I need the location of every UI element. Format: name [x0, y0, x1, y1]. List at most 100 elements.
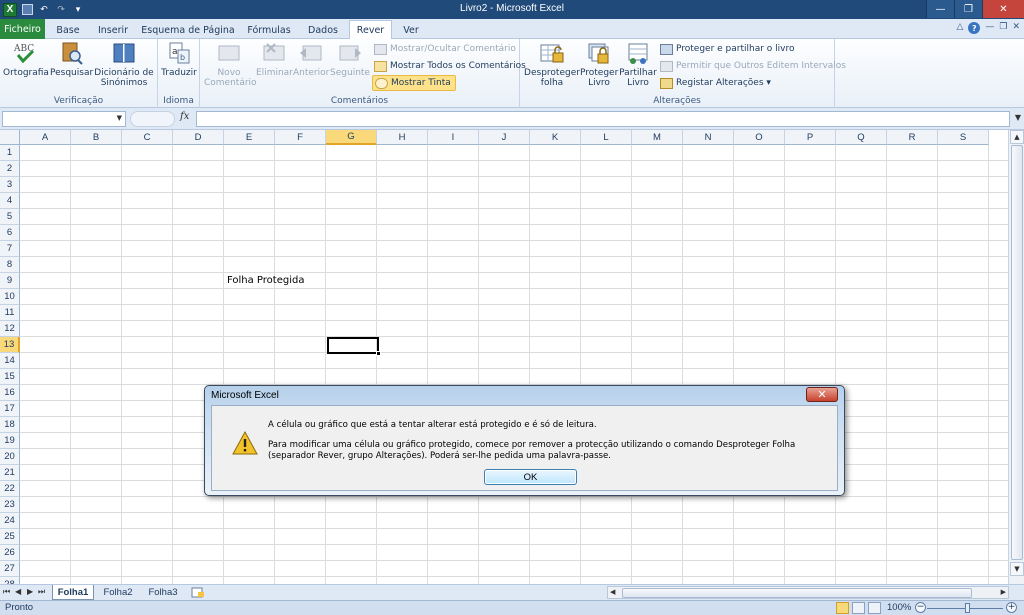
row-header-5[interactable]: 5 — [0, 209, 20, 225]
row-header-19[interactable]: 19 — [0, 433, 20, 449]
insert-sheet-icon[interactable] — [188, 585, 208, 600]
eliminar-comentario-button[interactable]: Eliminar — [256, 41, 293, 78]
workbook-close-icon[interactable]: ✕ — [1012, 22, 1020, 34]
row-header-20[interactable]: 20 — [0, 449, 20, 465]
traduzir-button[interactable]: ab Traduzir — [160, 41, 198, 78]
tab-rever[interactable]: Rever — [349, 20, 392, 40]
normal-view-icon[interactable] — [836, 602, 849, 614]
column-header-b[interactable]: B — [71, 130, 122, 145]
row-header-10[interactable]: 10 — [0, 289, 20, 305]
first-sheet-icon[interactable]: ⏮ — [3, 587, 10, 597]
novo-comentario-button[interactable]: Novo Comentário — [204, 41, 257, 88]
column-header-l[interactable]: L — [581, 130, 632, 145]
close-button[interactable]: ✕ — [982, 0, 1024, 18]
mostrar-todos-comentarios-button[interactable]: Mostrar Todos os Comentários — [372, 58, 526, 74]
tab-dados[interactable]: Dados — [302, 21, 344, 39]
row-header-11[interactable]: 11 — [0, 305, 20, 321]
ok-button[interactable]: OK — [484, 469, 577, 485]
row-header-13[interactable]: 13 — [0, 337, 20, 353]
partilhar-livro-button[interactable]: Partilhar Livro — [619, 41, 657, 88]
row-header-4[interactable]: 4 — [0, 193, 20, 209]
row-header-1[interactable]: 1 — [0, 145, 20, 161]
worksheet-grid[interactable]: ABCDEFGHIJKLMNOPQRS 1 2 3 4 5 6 7 8 9 10 11 12 13 14 1… — [0, 130, 1008, 584]
column-header-e[interactable]: E — [224, 130, 275, 145]
column-header-r[interactable]: R — [887, 130, 938, 145]
column-header-f[interactable]: F — [275, 130, 326, 145]
row-header-9[interactable]: 9 — [0, 273, 20, 289]
prev-sheet-icon[interactable]: ◀ — [15, 587, 21, 596]
insert-function-icon[interactable]: fx — [180, 111, 189, 122]
permitir-editar-intervalos-button[interactable]: Permitir que Outros Editem Intervalos — [658, 58, 846, 74]
column-header-a[interactable]: A — [20, 130, 71, 145]
vertical-scroll-thumb[interactable] — [1011, 145, 1023, 560]
page-break-view-icon[interactable] — [868, 602, 881, 614]
row-header-26[interactable]: 26 — [0, 545, 20, 561]
column-header-c[interactable]: C — [122, 130, 173, 145]
row-header-24[interactable]: 24 — [0, 513, 20, 529]
scroll-down-icon[interactable]: ▼ — [1010, 562, 1024, 576]
column-header-d[interactable]: D — [173, 130, 224, 145]
tab-esquema-de-pagina[interactable]: Esquema de Página — [140, 21, 236, 39]
workbook-restore-icon[interactable]: ❐ — [999, 22, 1007, 34]
anterior-comentario-button[interactable]: Anterior — [293, 41, 329, 78]
mostrar-tinta-button[interactable]: Mostrar Tinta — [372, 75, 456, 91]
desproteger-folha-button[interactable]: Desproteger folha — [524, 41, 580, 88]
row-header-8[interactable]: 8 — [0, 257, 20, 273]
pesquisar-button[interactable]: Pesquisar — [50, 41, 93, 78]
column-header-g[interactable]: G — [326, 130, 377, 145]
expand-formula-bar-icon[interactable]: ▼ — [1015, 113, 1021, 122]
help-icon[interactable]: ? — [968, 22, 981, 34]
scroll-up-icon[interactable]: ▲ — [1010, 130, 1024, 144]
scroll-right-icon[interactable]: ▶ — [1001, 588, 1006, 596]
last-sheet-icon[interactable]: ⏭ — [38, 587, 45, 597]
name-box[interactable]: ▼ — [2, 111, 126, 127]
page-layout-view-icon[interactable] — [852, 602, 865, 614]
formula-input[interactable] — [196, 111, 1010, 127]
column-header-q[interactable]: Q — [836, 130, 887, 145]
zoom-level[interactable]: 100% — [887, 602, 911, 613]
column-header-m[interactable]: M — [632, 130, 683, 145]
ortografia-button[interactable]: ABC Ortografia — [3, 41, 49, 78]
row-header-23[interactable]: 23 — [0, 497, 20, 513]
chevron-down-icon[interactable]: ▼ — [117, 114, 122, 122]
minimize-ribbon-icon[interactable]: △ — [956, 22, 963, 34]
registar-alteracoes-button[interactable]: Registar Alterações ▾ — [658, 75, 771, 91]
column-header-h[interactable]: H — [377, 130, 428, 145]
tab-inserir[interactable]: Inserir — [92, 21, 134, 39]
column-header-j[interactable]: J — [479, 130, 530, 145]
row-header-3[interactable]: 3 — [0, 177, 20, 193]
row-header-28[interactable]: 28 — [0, 577, 20, 584]
row-header-6[interactable]: 6 — [0, 225, 20, 241]
row-header-14[interactable]: 14 — [0, 353, 20, 369]
select-all-corner[interactable] — [0, 130, 20, 145]
sheet-tab-folha1[interactable]: Folha1 — [52, 585, 94, 600]
tab-ficheiro[interactable]: Ficheiro — [0, 19, 45, 39]
zoom-in-icon[interactable]: + — [1006, 602, 1017, 613]
row-header-22[interactable]: 22 — [0, 481, 20, 497]
tab-formulas[interactable]: Fórmulas — [242, 21, 296, 39]
active-cell-g13[interactable] — [327, 337, 381, 356]
column-header-i[interactable]: I — [428, 130, 479, 145]
sheet-tab-folha3[interactable]: Folha3 — [142, 585, 184, 600]
proteger-partilhar-livro-button[interactable]: Proteger e partilhar o livro — [658, 41, 795, 57]
row-header-18[interactable]: 18 — [0, 417, 20, 433]
row-header-7[interactable]: 7 — [0, 241, 20, 257]
column-header-k[interactable]: K — [530, 130, 581, 145]
row-header-25[interactable]: 25 — [0, 529, 20, 545]
column-header-p[interactable]: P — [785, 130, 836, 145]
fill-handle[interactable] — [376, 351, 381, 356]
restore-button[interactable]: ❐ — [954, 0, 982, 18]
formula-bar-handle[interactable] — [130, 111, 175, 127]
tab-base[interactable]: Base — [50, 21, 86, 39]
horizontal-scroll-thumb[interactable] — [622, 588, 972, 598]
tab-ver[interactable]: Ver — [397, 21, 425, 39]
mostrar-ocultar-comentario-button[interactable]: Mostrar/Ocultar Comentário — [372, 41, 516, 57]
row-header-2[interactable]: 2 — [0, 161, 20, 177]
horizontal-scrollbar[interactable]: ◀ ▶ — [607, 586, 1009, 599]
row-header-12[interactable]: 12 — [0, 321, 20, 337]
zoom-slider-thumb[interactable] — [965, 603, 970, 613]
column-header-n[interactable]: N — [683, 130, 734, 145]
cell-e9[interactable]: Folha Protegida — [227, 275, 304, 286]
scroll-left-icon[interactable]: ◀ — [610, 588, 615, 596]
next-sheet-icon[interactable]: ▶ — [27, 587, 33, 596]
